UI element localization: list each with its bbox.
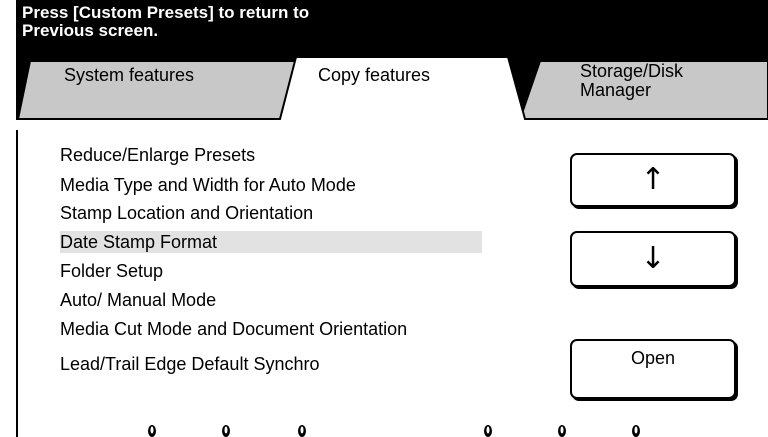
scroll-down-button[interactable]: ↓	[570, 231, 736, 287]
scroll-up-button[interactable]: ↑	[570, 153, 736, 207]
down-arrow-icon: ↓	[640, 241, 666, 276]
list-item-date-stamp-format[interactable]: Date Stamp Format	[60, 231, 482, 253]
open-button[interactable]: Open	[570, 339, 736, 399]
screw-icon	[558, 425, 566, 437]
open-button-label: Open	[630, 348, 676, 368]
list-item-media-type-width[interactable]: Media Type and Width for Auto Mode	[60, 174, 482, 196]
list-item-reduce-enlarge-presets[interactable]: Reduce/Enlarge Presets	[60, 144, 482, 166]
tab-system-features[interactable]: System features	[64, 66, 194, 85]
panel-border	[16, 119, 18, 437]
up-arrow-icon: ↑	[640, 162, 666, 197]
tab-copy-features[interactable]: Copy features	[318, 66, 430, 85]
screw-icon	[222, 425, 230, 437]
tab-bar: System features Copy features Storage/Di…	[0, 0, 768, 130]
list-item-folder-setup[interactable]: Folder Setup	[60, 260, 482, 282]
list-item-media-cut-mode[interactable]: Media Cut Mode and Document Orientation	[60, 318, 500, 340]
screw-icon	[148, 425, 156, 437]
screw-icon	[298, 425, 306, 437]
custom-presets-screen: Press [Custom Presets] to return to Prev…	[0, 0, 768, 437]
screw-icon	[632, 425, 640, 437]
list-item-lead-trail-edge[interactable]: Lead/Trail Edge Default Synchro	[60, 353, 482, 375]
tab-storage-disk-manager[interactable]: Storage/Disk Manager	[580, 62, 683, 100]
tab-storage-line-1: Storage/Disk	[580, 61, 684, 81]
screw-icon	[484, 425, 492, 437]
list-item-auto-manual-mode[interactable]: Auto/ Manual Mode	[60, 289, 482, 311]
list-item-stamp-location[interactable]: Stamp Location and Orientation	[60, 202, 482, 224]
tab-storage-line-2: Manager	[580, 80, 652, 100]
